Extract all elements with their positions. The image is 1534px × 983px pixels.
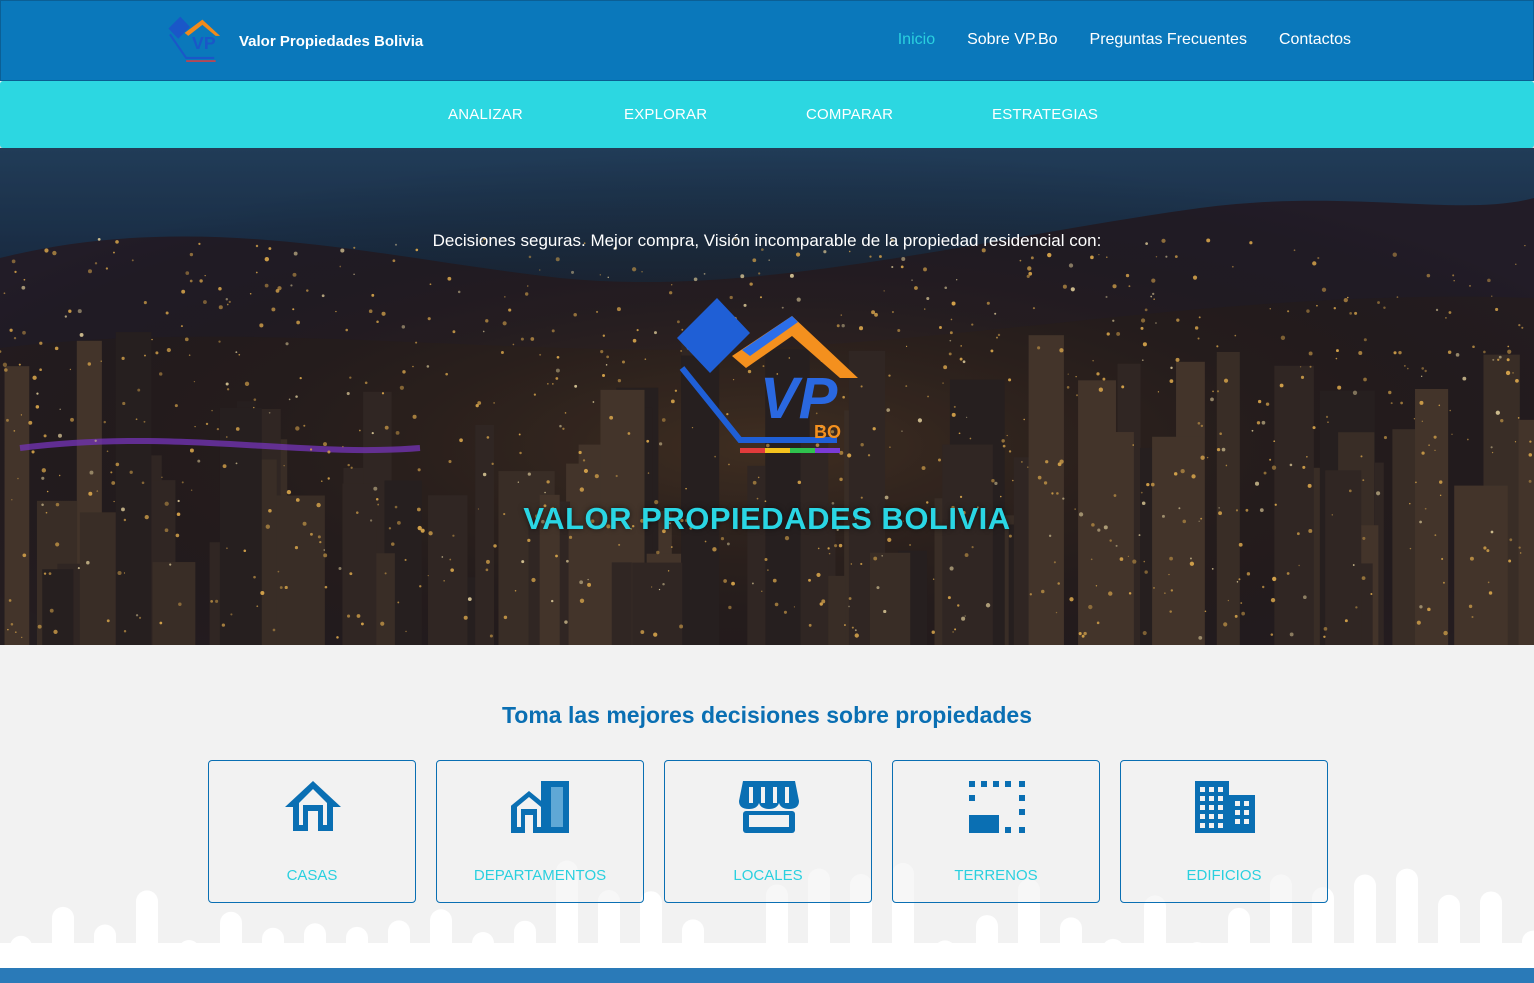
categories-section: Toma las mejores decisiones sobre propie… — [0, 645, 1534, 968]
subnav-analizar[interactable]: ANALIZAR — [448, 106, 523, 123]
categories-heading: Toma las mejores decisiones sobre propie… — [501, 702, 1033, 728]
brand[interactable]: VP Valor Propiedades Bolivia — [167, 15, 423, 67]
subnav-estrategias[interactable]: ESTRATEGIAS — [992, 106, 1098, 123]
vpbo-hero-logo-icon: VP BO — [677, 298, 858, 453]
category-card-casas[interactable]: CASAS — [208, 760, 416, 903]
category-card-departamentos[interactable]: DEPARTAMENTOS — [436, 760, 644, 903]
nav-contactos[interactable]: Contactos — [1279, 31, 1351, 49]
svg-text:VP: VP — [192, 33, 216, 53]
subnav-comparar[interactable]: COMPARAR — [806, 106, 893, 123]
category-card-terrenos[interactable]: TERRENOS — [892, 760, 1100, 903]
category-label: DEPARTAMENTOS — [473, 867, 607, 884]
vpbo-logo-icon: VP — [168, 16, 221, 62]
land-plot-icon — [969, 781, 1025, 833]
sub-navbar: ANALIZAR EXPLORAR COMPARAR ESTRATEGIAS — [0, 81, 1534, 148]
house-icon — [285, 781, 341, 831]
brand-name: Valor Propiedades Bolivia — [239, 32, 424, 50]
category-label: EDIFICIOS — [1186, 867, 1262, 884]
nav-inicio[interactable]: Inicio — [898, 31, 935, 49]
svg-text:BO: BO — [814, 422, 841, 442]
category-label: CASAS — [286, 867, 338, 884]
nav-sobre[interactable]: Sobre VP.Bo — [967, 31, 1057, 49]
next-section-preview — [0, 968, 1534, 983]
hero-title: VALOR PROPIEDADES BOLIVIA — [523, 501, 1011, 536]
hero-tagline: Decisiones seguras. Mejor compra, Visión… — [432, 231, 1102, 250]
category-label: TERRENOS — [954, 867, 1038, 884]
top-navbar: VP Valor Propiedades Bolivia Inicio Sobr… — [0, 0, 1534, 81]
category-label: LOCALES — [733, 867, 803, 884]
hero-banner: Decisiones seguras. Mejor compra, Visión… — [0, 148, 1534, 645]
main-nav: Inicio Sobre VP.Bo Preguntas Frecuentes … — [898, 31, 1351, 49]
category-card-locales[interactable]: LOCALES — [664, 760, 872, 903]
building-icon — [1195, 781, 1255, 833]
subnav-explorar[interactable]: EXPLORAR — [624, 106, 707, 123]
category-card-edificios[interactable]: EDIFICIOS — [1120, 760, 1328, 903]
apartment-icon — [511, 781, 569, 833]
storefront-icon — [739, 781, 799, 833]
nav-preguntas[interactable]: Preguntas Frecuentes — [1090, 31, 1247, 49]
